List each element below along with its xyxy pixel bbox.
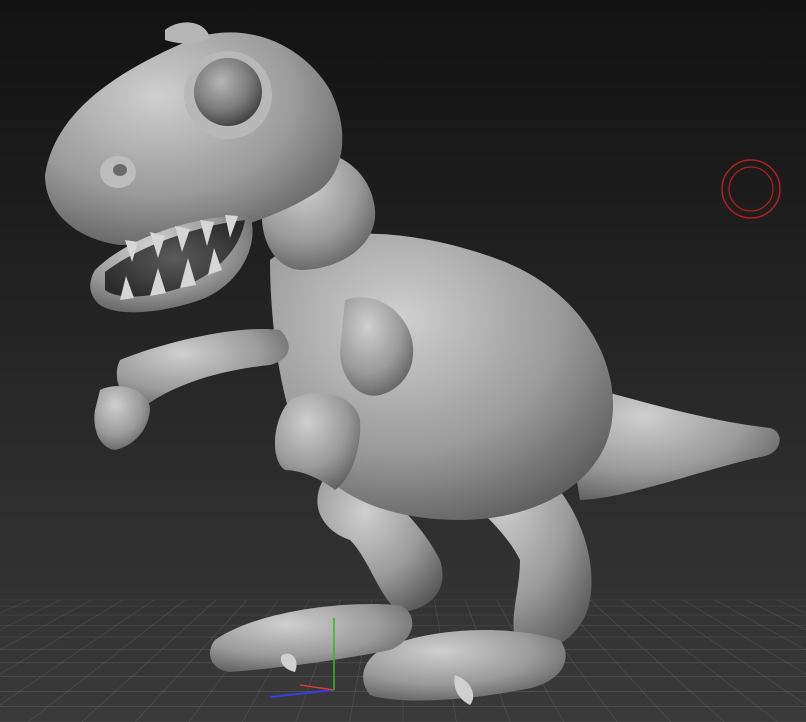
nostril-hole bbox=[113, 164, 127, 176]
viewport-canvas[interactable] bbox=[0, 0, 806, 722]
eye bbox=[194, 58, 262, 126]
3d-viewport[interactable] bbox=[0, 0, 806, 722]
